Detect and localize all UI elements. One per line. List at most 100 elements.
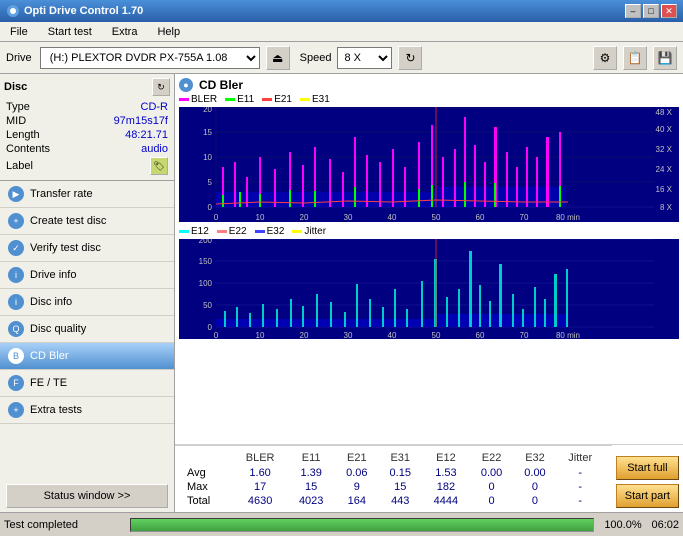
nav-cd-bler[interactable]: B CD Bler xyxy=(0,343,174,370)
stats-row-cell: 1.60 xyxy=(233,466,287,480)
svg-text:70: 70 xyxy=(520,331,529,339)
nav-disc-info-label: Disc info xyxy=(30,296,72,308)
nav-extra-tests-label: Extra tests xyxy=(30,404,82,416)
chart-area: ● CD Bler BLER E11 E21 xyxy=(175,74,683,444)
title-text: Opti Drive Control 1.70 xyxy=(24,5,143,17)
nav-drive-info[interactable]: i Drive info xyxy=(0,262,174,289)
disc-panel: Disc ↻ Type CD-R MID 97m15s17f Length 48… xyxy=(0,74,174,181)
legend-e32: E32 xyxy=(255,226,285,237)
save-button[interactable]: 💾 xyxy=(653,46,677,70)
sidebar: Disc ↻ Type CD-R MID 97m15s17f Length 48… xyxy=(0,74,175,512)
menu-file[interactable]: File xyxy=(4,24,34,40)
nav-verify-test-disc[interactable]: ✓ Verify test disc xyxy=(0,235,174,262)
start-part-button[interactable]: Start part xyxy=(616,484,679,508)
svg-text:40: 40 xyxy=(388,331,397,339)
nav-fe-te-label: FE / TE xyxy=(30,377,67,389)
svg-text:48 X: 48 X xyxy=(656,108,673,117)
svg-text:0: 0 xyxy=(214,213,219,222)
stats-row-cell: 0.06 xyxy=(335,466,378,480)
nav-create-test-disc[interactable]: + Create test disc xyxy=(0,208,174,235)
maximize-button[interactable]: □ xyxy=(643,4,659,18)
stats-row-cell: 0.15 xyxy=(379,466,422,480)
bler-chart-legend: BLER E11 E21 E31 xyxy=(179,94,679,105)
legend-e22: E22 xyxy=(217,226,247,237)
svg-text:24 X: 24 X xyxy=(656,165,673,174)
stats-section: BLER E11 E21 E31 E12 E22 E32 Jitter Avg1… xyxy=(175,445,612,512)
chart-title-text: CD Bler xyxy=(199,78,243,92)
stats-row-cell: 15 xyxy=(287,480,335,494)
svg-text:40: 40 xyxy=(388,213,397,222)
speed-label: Speed xyxy=(300,52,332,64)
top-chart-container: 0 5 10 15 20 0 10 20 30 40 50 60 xyxy=(179,107,679,222)
nav-fe-te[interactable]: F FE / TE xyxy=(0,370,174,397)
start-full-button[interactable]: Start full xyxy=(616,456,679,480)
stats-row: Total46304023164443444400- xyxy=(183,494,604,508)
nav-disc-info[interactable]: i Disc info xyxy=(0,289,174,316)
stats-col-e22: E22 xyxy=(470,450,513,466)
svg-text:0: 0 xyxy=(208,203,213,212)
stats-col-label xyxy=(183,450,233,466)
disc-contents-value: audio xyxy=(141,143,168,155)
disc-type-label: Type xyxy=(6,101,30,113)
disc-mid-row: MID 97m15s17f xyxy=(4,114,170,128)
svg-text:10: 10 xyxy=(256,213,265,222)
disc-mid-value: 97m15s17f xyxy=(114,115,168,127)
drive-select[interactable]: (H:) PLEXTOR DVDR PX-755A 1.08 xyxy=(40,47,260,69)
stats-row-cell: 443 xyxy=(379,494,422,508)
drive-eject-button[interactable]: ⏏ xyxy=(266,46,290,70)
svg-text:32 X: 32 X xyxy=(656,145,673,154)
menu-starttest[interactable]: Start test xyxy=(42,24,98,40)
disc-title: Disc xyxy=(4,81,27,93)
disc-refresh-button[interactable]: ↻ xyxy=(152,78,170,96)
nav-drive-info-label: Drive info xyxy=(30,269,76,281)
config-button[interactable]: ⚙ xyxy=(593,46,617,70)
stats-row-cell: 4630 xyxy=(233,494,287,508)
stats-row-label: Max xyxy=(183,480,233,494)
content-area: ● CD Bler BLER E11 E21 xyxy=(175,74,683,512)
nav-create-test-disc-label: Create test disc xyxy=(30,215,106,227)
menu-extra[interactable]: Extra xyxy=(106,24,144,40)
title-bar-left: Opti Drive Control 1.70 xyxy=(6,4,143,18)
disc-type-value: CD-R xyxy=(141,101,169,113)
svg-text:80 min: 80 min xyxy=(556,331,580,339)
status-time: 06:02 xyxy=(651,519,679,531)
menu-help[interactable]: Help xyxy=(151,24,186,40)
stats-col-e11: E11 xyxy=(287,450,335,466)
app-icon xyxy=(6,4,20,18)
svg-text:15: 15 xyxy=(203,128,212,137)
disc-contents-label: Contents xyxy=(6,143,50,155)
svg-text:10: 10 xyxy=(203,153,212,162)
svg-text:10: 10 xyxy=(256,331,265,339)
minimize-button[interactable]: – xyxy=(625,4,641,18)
legend-jitter: Jitter xyxy=(292,226,326,237)
nav-disc-quality[interactable]: Q Disc quality xyxy=(0,316,174,343)
refresh-button[interactable]: ↻ xyxy=(398,46,422,70)
menu-bar: File Start test Extra Help xyxy=(0,22,683,42)
action-buttons: Start full Start part xyxy=(612,445,683,512)
svg-text:200: 200 xyxy=(199,239,213,245)
disc-length-value: 48:21.71 xyxy=(125,129,168,141)
svg-text:50: 50 xyxy=(432,331,441,339)
legend-e21: E21 xyxy=(262,94,292,105)
stats-col-jitter: Jitter xyxy=(557,450,604,466)
stats-row-cell: 1.39 xyxy=(287,466,335,480)
stats-table: BLER E11 E21 E31 E12 E22 E32 Jitter Avg1… xyxy=(183,450,604,508)
svg-text:150: 150 xyxy=(199,257,213,266)
nav-transfer-rate[interactable]: ▶ Transfer rate xyxy=(0,181,174,208)
log-button[interactable]: 📋 xyxy=(623,46,647,70)
speed-select[interactable]: 8 X xyxy=(337,47,392,69)
close-button[interactable]: ✕ xyxy=(661,4,677,18)
bottom-chart-legend: E12 E22 E32 Jitter xyxy=(179,226,679,237)
svg-text:30: 30 xyxy=(344,213,353,222)
disc-quality-icon: Q xyxy=(8,321,24,337)
nav-verify-test-disc-label: Verify test disc xyxy=(30,242,101,254)
stats-row-label: Avg xyxy=(183,466,233,480)
stats-row-cell: 0 xyxy=(513,494,556,508)
nav-extra-tests[interactable]: + Extra tests xyxy=(0,397,174,424)
disc-type-row: Type CD-R xyxy=(4,100,170,114)
status-window-button[interactable]: Status window >> xyxy=(6,484,168,508)
nav-transfer-rate-label: Transfer rate xyxy=(30,188,93,200)
disc-label-icon[interactable]: 🏷 xyxy=(150,157,168,175)
stats-col-e32: E32 xyxy=(513,450,556,466)
progress-bar-fill xyxy=(131,519,593,531)
